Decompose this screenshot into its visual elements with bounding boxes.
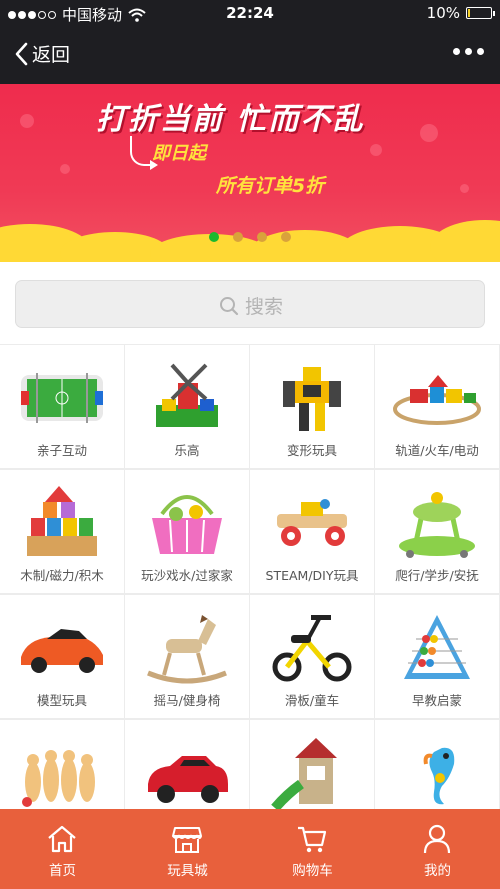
bowling-pins-image [22,750,95,807]
category-label: 变形玩具 [286,443,337,458]
category-label: 乐高 [174,443,200,458]
category-label: 玩沙戏水/过家家 [141,568,233,583]
tab-home[interactable]: 首页 [0,809,125,889]
category-label: 摇马/健身椅 [153,693,221,708]
lego-windmill-image [156,363,218,427]
carousel-dot[interactable] [257,232,267,242]
more-dot-icon [465,48,472,55]
search-input[interactable]: 搜索 [15,280,485,328]
search-icon [219,296,239,315]
category-item[interactable]: 爬行/学步/安抚 [375,469,500,594]
status-time: 22:24 [226,4,274,22]
category-item[interactable]: 变形玩具 [250,344,375,469]
status-bar: 中国移动 22:24 10% [0,0,500,26]
banner-headline: 打折当前 忙而不乱 [96,102,365,137]
tab-bar: 首页 玩具城 购物车 我的 [0,809,500,889]
tab-cart[interactable]: 购物车 [250,809,375,889]
wooden-blocks-image [27,486,97,556]
category-item[interactable]: 摇马/健身椅 [125,594,250,719]
abacus-image [404,615,470,679]
pink-basket-image [152,495,222,554]
category-item[interactable]: 玩沙戏水/过家家 [125,469,250,594]
home-icon [48,825,76,853]
nav-bar: 返回 [0,26,500,84]
carousel-indicator[interactable] [209,232,291,242]
category-label: 轨道/火车/电动 [395,443,479,458]
carousel-dot[interactable] [233,232,243,242]
category-label: 模型玩具 [36,693,87,708]
category-label: 早教启蒙 [411,693,462,708]
category-grid: 亲子互动 乐高 变形玩具 轨道/火车/电动木制/磁力/积木 玩沙戏水/过家家 STEAM/… [0,344,500,844]
tab-label: 首页 [49,863,76,879]
category-item[interactable]: 滑板/童车 [250,594,375,719]
category-item[interactable]: 轨道/火车/电动 [375,344,500,469]
store-icon [172,827,202,853]
category-item[interactable]: 早教启蒙 [375,594,500,719]
more-dot-icon [477,48,484,55]
category-label: 木制/磁力/积木 [20,568,104,583]
tab-label: 我的 [424,863,451,879]
more-options-button[interactable] [453,48,484,55]
tricycle-image [272,615,352,682]
seahorse-toy-image [423,747,455,805]
ride-on-car-image [148,756,228,803]
arrow-icon [130,136,158,170]
user-icon [423,824,451,854]
back-button[interactable]: 返回 [14,40,70,67]
train-track-image [393,375,481,425]
category-label: 爬行/学步/安抚 [395,568,479,583]
category-item[interactable]: STEAM/DIY玩具 [250,469,375,594]
transformer-robot-image [283,367,341,431]
banner-offer: 所有订单5折 [216,175,325,197]
carousel-dot[interactable] [209,232,219,242]
page: 中国移动 22:24 10% 返回 打折当前 忙而不乱 即日起 所有订单5折 搜… [0,0,500,889]
chevron-left-icon [15,42,28,65]
search-placeholder: 搜索 [244,296,283,318]
promo-banner[interactable]: 打折当前 忙而不乱 即日起 所有订单5折 [0,84,500,262]
category-label: 亲子互动 [36,443,87,458]
category-item[interactable]: 模型玩具 [0,594,125,719]
tab-label: 玩具城 [167,863,208,879]
category-label: STEAM/DIY玩具 [265,568,359,583]
baby-walker-image [399,492,475,558]
battery-percent: 10% [426,4,460,22]
category-item[interactable]: 亲子互动 [0,344,125,469]
category-label: 滑板/童车 [284,693,340,708]
banner-subline: 即日起 [152,143,206,164]
more-dot-icon [453,48,460,55]
category-item[interactable]: 木制/磁力/积木 [0,469,125,594]
foosball-table-image [21,373,103,423]
battery-icon [466,7,495,19]
tab-my[interactable]: 我的 [375,809,500,889]
model-car-image [21,629,103,673]
playhouse-slide-image [271,738,337,810]
carousel-dot[interactable] [281,232,291,242]
category-item[interactable]: 乐高 [125,344,250,469]
back-label: 返回 [32,44,71,66]
rocking-horse-image [147,615,227,684]
tab-toy-store[interactable]: 玩具城 [125,809,250,889]
cart-icon [298,826,327,853]
tab-label: 购物车 [292,863,333,879]
diy-car-image [277,499,347,546]
